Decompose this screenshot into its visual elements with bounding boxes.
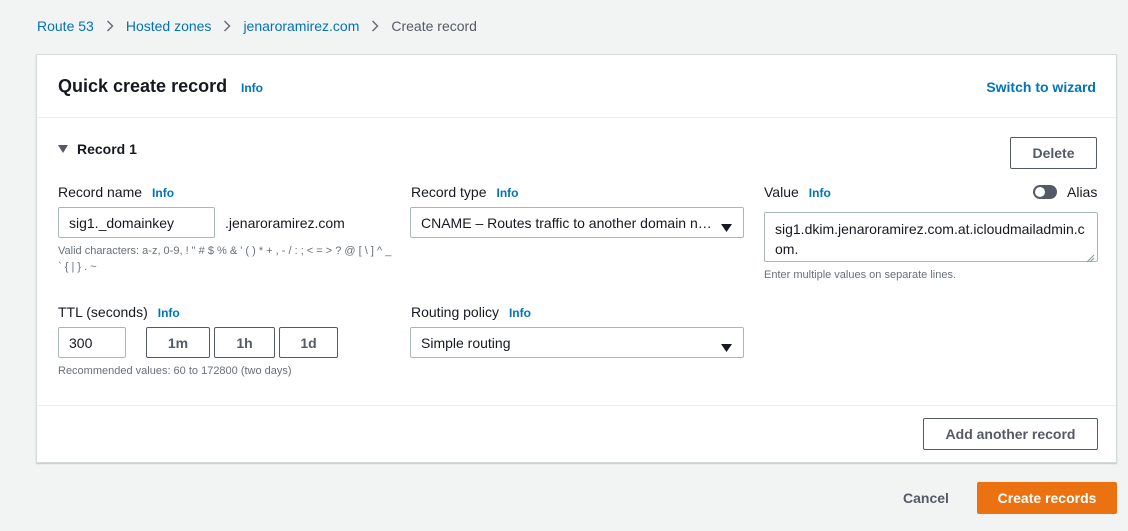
ttl-1h-button[interactable]: 1h <box>214 327 275 358</box>
record-name-input[interactable]: sig1._domainkey <box>58 207 215 238</box>
ttl-info-link[interactable]: Info <box>158 306 180 320</box>
record-type-label-text: Record type <box>411 184 487 200</box>
record-name-label-text: Record name <box>58 184 143 200</box>
page-title: Quick create record <box>58 76 228 96</box>
record-name-info-link[interactable]: Info <box>152 186 174 200</box>
breadcrumb-current: Create record <box>391 18 477 34</box>
value-label-text: Value <box>764 184 799 200</box>
record-type-info-link[interactable]: Info <box>496 186 518 200</box>
record-name-suffix: .jenaroramirez.com <box>225 215 345 231</box>
record-type-value: CNAME – Routes traffic to another domain… <box>421 214 712 231</box>
record-heading: Record 1 <box>77 141 137 157</box>
chevron-right-icon <box>223 20 231 32</box>
caret-down-icon <box>721 219 732 235</box>
routing-policy-label: Routing policy Info <box>411 304 531 320</box>
alias-label: Alias <box>1067 184 1098 200</box>
value-textarea[interactable]: sig1.dkim.jenaroramirez.com.at.icloudmai… <box>764 212 1098 262</box>
ttl-label-text: TTL (seconds) <box>58 304 148 320</box>
caret-down-icon <box>721 339 732 355</box>
chevron-right-icon <box>106 20 114 32</box>
record-name-label: Record name Info <box>58 184 174 200</box>
breadcrumb-hosted-zones[interactable]: Hosted zones <box>126 18 212 34</box>
resize-handle-icon[interactable] <box>1086 250 1095 266</box>
record-expander[interactable]: Record 1 <box>58 141 137 157</box>
switch-to-wizard-link[interactable]: Switch to wizard <box>986 79 1096 95</box>
quick-create-panel: Quick create record Info Switch to wizar… <box>36 54 1117 463</box>
panel-header: Quick create record Info Switch to wizar… <box>37 55 1116 118</box>
cancel-button[interactable]: Cancel <box>903 490 949 506</box>
ttl-1d-button[interactable]: 1d <box>279 327 338 358</box>
routing-policy-label-text: Routing policy <box>411 304 499 320</box>
ttl-1m-button[interactable]: 1m <box>146 327 210 358</box>
add-another-record-button[interactable]: Add another record <box>923 418 1098 450</box>
ttl-hint: Recommended values: 60 to 172800 (two da… <box>58 365 292 377</box>
chevron-right-icon <box>371 20 379 32</box>
record-type-label: Record type Info <box>411 184 518 200</box>
value-label: Value Info <box>764 184 831 200</box>
routing-policy-info-link[interactable]: Info <box>509 306 531 320</box>
title-info-link[interactable]: Info <box>241 81 263 95</box>
caret-down-icon <box>58 145 68 153</box>
breadcrumb: Route 53 Hosted zones jenaroramirez.com … <box>37 18 477 34</box>
delete-button[interactable]: Delete <box>1010 137 1097 169</box>
breadcrumb-route53[interactable]: Route 53 <box>37 18 94 34</box>
value-info-link[interactable]: Info <box>809 186 831 200</box>
create-records-button[interactable]: Create records <box>977 482 1117 514</box>
panel-divider <box>37 405 1116 406</box>
ttl-input[interactable]: 300 <box>58 327 126 358</box>
value-hint: Enter multiple values on separate lines. <box>764 269 956 281</box>
routing-policy-select[interactable]: Simple routing <box>410 327 744 358</box>
record-name-hint: Valid characters: a-z, 0-9, ! " # $ % & … <box>58 245 392 273</box>
routing-policy-value: Simple routing <box>421 334 511 351</box>
record-type-select[interactable]: CNAME – Routes traffic to another domain… <box>410 207 744 238</box>
breadcrumb-zone[interactable]: jenaroramirez.com <box>243 18 359 34</box>
ttl-label: TTL (seconds) Info <box>58 304 180 320</box>
alias-toggle[interactable] <box>1033 185 1057 199</box>
